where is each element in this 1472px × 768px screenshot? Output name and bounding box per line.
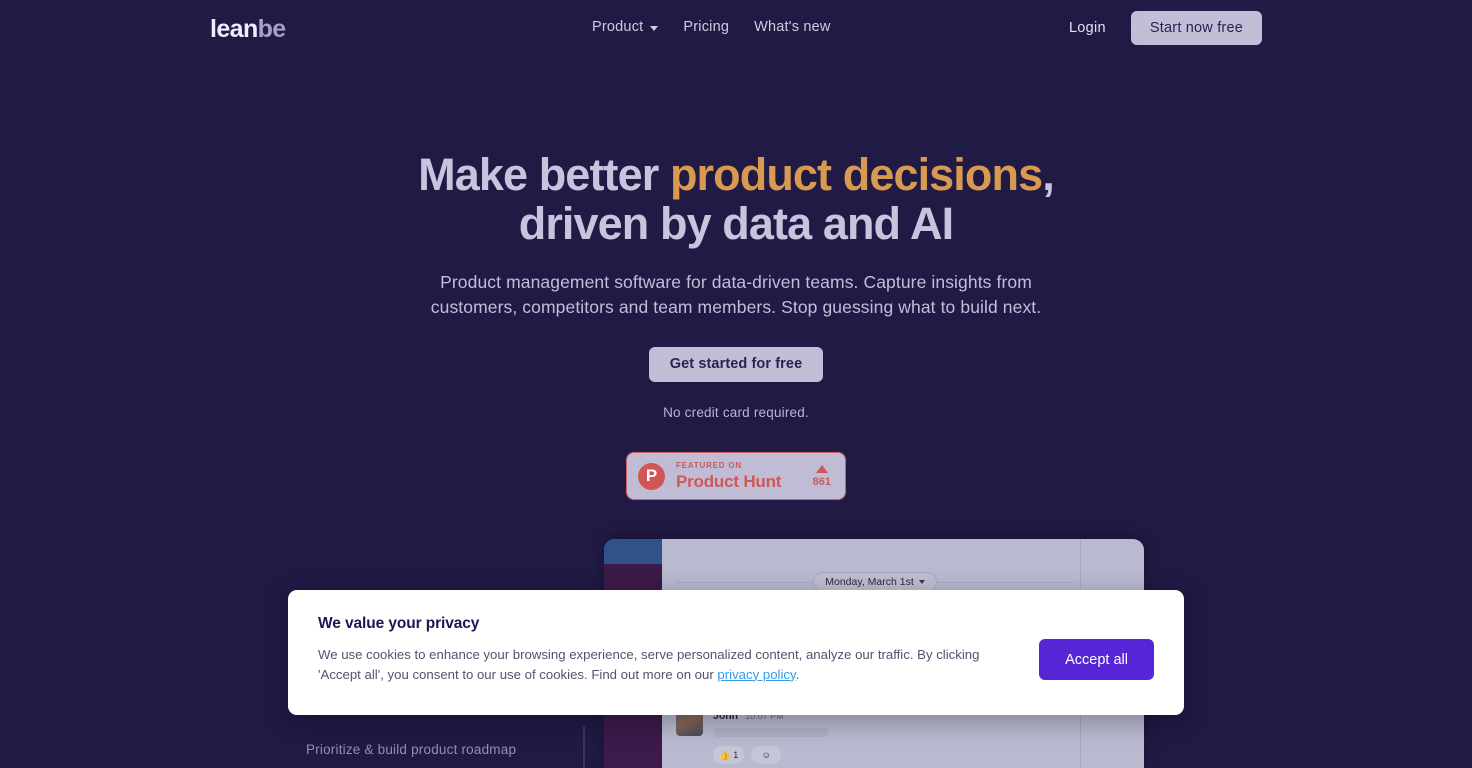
- nav-item-whats-new[interactable]: What's new: [754, 19, 831, 35]
- chevron-down-icon: [918, 580, 925, 584]
- product-hunt-featured-label: FEATURED ON: [676, 461, 742, 470]
- site-header: leanbe Product Pricing What's new Login …: [0, 0, 1472, 56]
- nav-item-product-label: Product: [592, 19, 644, 35]
- message-reactions: 👍 1 ☺: [713, 746, 829, 764]
- headline-part-2: ,: [1042, 149, 1054, 200]
- hero-cta-wrapper: Get started for free: [0, 346, 1472, 382]
- start-now-free-button[interactable]: Start now free: [1130, 11, 1262, 45]
- auth-actions: Login Start now free: [1069, 11, 1262, 45]
- feature-caption: Prioritize & build product roadmap: [306, 742, 517, 757]
- thumbs-up-icon: 👍: [719, 749, 731, 760]
- cookie-text-part-1: We use cookies to enhance your browsing …: [318, 647, 980, 682]
- product-hunt-upvote[interactable]: 861: [812, 464, 834, 488]
- message-text-placeholder: [713, 728, 829, 737]
- hero-subtitle-line-1: Product management software for data-dri…: [440, 272, 1032, 293]
- upvote-triangle-icon: [815, 464, 828, 473]
- cookie-consent-banner: We value your privacy We use cookies to …: [288, 590, 1184, 715]
- mockup-message: John 10:07 PM 👍 1 ☺: [676, 709, 829, 764]
- product-hunt-upvote-count: 861: [812, 475, 831, 488]
- accept-all-button[interactable]: Accept all: [1039, 639, 1154, 680]
- headline-line-2: driven by data and AI: [518, 198, 954, 250]
- date-pill-label: Monday, March 1st: [825, 576, 914, 588]
- feature-caption-accent-rule: [583, 726, 585, 768]
- date-pill[interactable]: Monday, March 1st: [813, 572, 937, 592]
- cookie-banner-title: We value your privacy: [318, 615, 480, 632]
- logo[interactable]: leanbe: [210, 17, 286, 42]
- cookie-text-part-2: .: [795, 666, 800, 682]
- cookie-banner-text: We use cookies to enhance your browsing …: [318, 645, 983, 684]
- page-title: Make better product decisions, driven by…: [0, 150, 1472, 248]
- cookie-banner-inner: We value your privacy We use cookies to …: [318, 615, 1154, 684]
- date-rule-left: [676, 581, 814, 583]
- nav-item-whats-new-label: What's new: [754, 19, 831, 35]
- reaction-count: 1: [733, 750, 739, 760]
- product-hunt-p-icon: P: [638, 462, 665, 490]
- headline-part-1: Make better: [418, 149, 670, 200]
- cookie-banner-copy: We value your privacy We use cookies to …: [318, 615, 983, 684]
- headline-accent: product decisions: [669, 149, 1043, 200]
- nav-item-pricing-label: Pricing: [683, 19, 730, 35]
- get-started-for-free-button[interactable]: Get started for free: [648, 346, 824, 382]
- page-root: leanbe Product Pricing What's new Login …: [0, 0, 1472, 768]
- hero-subtitle: Product management software for data-dri…: [0, 270, 1472, 320]
- nav-item-pricing[interactable]: Pricing: [683, 19, 729, 35]
- logo-secondary-text: be: [257, 15, 287, 43]
- mockup-top-accent: [604, 539, 662, 564]
- hero-subtitle-line-2: customers, competitors and team members.…: [430, 296, 1042, 317]
- logo-primary-text: lean: [210, 15, 258, 43]
- hero-section: Make better product decisions, driven by…: [0, 150, 1472, 420]
- main-nav: Product Pricing What's new: [592, 19, 831, 35]
- date-rule-right: [936, 581, 1075, 583]
- message-body: John 10:07 PM 👍 1 ☺: [713, 709, 829, 764]
- product-hunt-text: FEATURED ON Product Hunt: [676, 461, 782, 491]
- reaction-chip-thumbsup[interactable]: 👍 1: [713, 746, 745, 764]
- product-hunt-badge[interactable]: P FEATURED ON Product Hunt 861: [626, 452, 846, 500]
- privacy-policy-link[interactable]: privacy policy: [717, 667, 795, 682]
- product-hunt-name: Product Hunt: [676, 472, 782, 491]
- nav-item-product[interactable]: Product: [592, 19, 659, 35]
- add-emoji-icon[interactable]: ☺: [751, 746, 782, 764]
- login-link[interactable]: Login: [1069, 20, 1106, 36]
- chevron-down-icon: [650, 25, 659, 31]
- no-credit-card-note: No credit card required.: [663, 404, 809, 420]
